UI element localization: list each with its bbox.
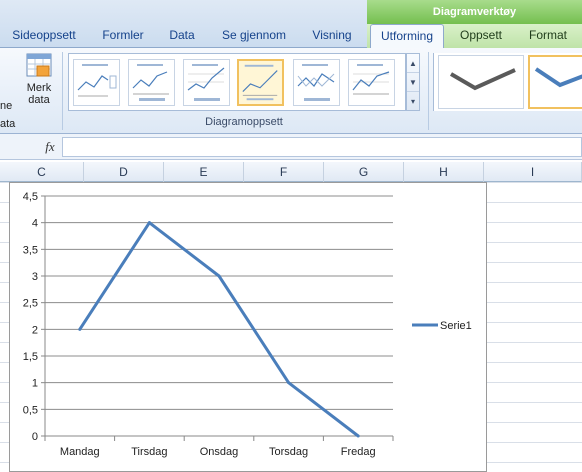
column-header-e[interactable]: E bbox=[164, 162, 244, 182]
y-tick-label: 3,5 bbox=[23, 244, 38, 256]
y-tick-label: 1,5 bbox=[23, 351, 38, 363]
column-header-g[interactable]: G bbox=[324, 162, 404, 182]
column-header-c[interactable]: C bbox=[0, 162, 84, 182]
x-tick-label: Mandag bbox=[60, 446, 100, 458]
line-chart[interactable]: 0 0,5 1 1,5 2 2,5 3 3,5 4 4,5 Mandag Tirsdag Onsdag T… bbox=[9, 182, 487, 472]
layout-thumbnail-5[interactable] bbox=[293, 59, 340, 106]
diagramoppsett-group-label: Diagramoppsett bbox=[205, 116, 283, 128]
chart-style-gallery[interactable] bbox=[433, 53, 582, 111]
x-tick-label: Onsdag bbox=[200, 446, 239, 458]
tab-se-gjennom[interactable]: Se gjennom bbox=[212, 24, 296, 48]
select-data-icon bbox=[25, 52, 53, 80]
layout-thumbnail-3[interactable] bbox=[183, 59, 230, 106]
layout-thumbnail-4-selected[interactable] bbox=[237, 59, 284, 106]
y-tick-label: 2,5 bbox=[23, 298, 38, 310]
data-point bbox=[356, 434, 360, 438]
ribbon-body: ne ata Merk data ▲ ▼ ▾ Diagramoppsett bbox=[0, 48, 582, 134]
data-point bbox=[217, 274, 221, 278]
y-tick-label: 0 bbox=[32, 431, 38, 443]
y-tick-label: 2 bbox=[32, 324, 38, 336]
chart-layout-gallery[interactable] bbox=[68, 53, 406, 111]
data-point bbox=[78, 327, 82, 331]
x-tick-label: Torsdag bbox=[269, 446, 308, 458]
layout-thumbnail-2[interactable] bbox=[128, 59, 175, 106]
column-header-h[interactable]: H bbox=[404, 162, 484, 182]
cut-off-label: ne bbox=[0, 100, 13, 112]
scroll-down-icon[interactable]: ▼ bbox=[407, 73, 419, 92]
cut-off-group-label: ata bbox=[0, 118, 16, 130]
y-tick-label: 4,5 bbox=[23, 191, 38, 203]
tab-visning[interactable]: Visning bbox=[302, 24, 362, 48]
formula-bar: fx bbox=[0, 134, 582, 160]
chart-style-1[interactable] bbox=[438, 55, 524, 109]
y-tick-label: 0,5 bbox=[23, 404, 38, 416]
y-tick-label: 3 bbox=[32, 271, 38, 283]
column-header-d[interactable]: D bbox=[84, 162, 164, 182]
tab-oppsett[interactable]: Oppsett bbox=[450, 24, 512, 48]
tab-data[interactable]: Data bbox=[160, 24, 204, 48]
legend-label: Serie1 bbox=[440, 320, 472, 332]
merk-label: Merk bbox=[26, 82, 52, 94]
y-tick-label: 4 bbox=[32, 218, 38, 230]
tab-formler[interactable]: Formler bbox=[92, 24, 154, 48]
ribbon-tab-row: Diagramverktøy Sideoppsett Formler Data … bbox=[0, 0, 582, 49]
y-tick-label: 1 bbox=[32, 378, 38, 390]
gallery-more-icon[interactable]: ▾ bbox=[407, 92, 419, 111]
context-group-title: Diagramverktøy bbox=[367, 0, 582, 24]
data-point bbox=[287, 381, 291, 385]
column-header-i[interactable]: I bbox=[484, 162, 582, 182]
layout-thumbnail-1[interactable] bbox=[73, 59, 120, 106]
scroll-up-icon[interactable]: ▲ bbox=[407, 54, 419, 73]
formula-input[interactable] bbox=[62, 137, 582, 157]
tab-format[interactable]: Format bbox=[520, 24, 576, 48]
x-tick-label: Tirsdag bbox=[131, 446, 167, 458]
chart-canvas: 0 0,5 1 1,5 2 2,5 3 3,5 4 4,5 Mandag Tirsdag Onsdag T… bbox=[23, 191, 472, 458]
column-header-f[interactable]: F bbox=[244, 162, 324, 182]
data-point bbox=[147, 221, 151, 225]
column-header-row: C D E F G H I bbox=[0, 162, 582, 182]
group-separator bbox=[428, 52, 429, 130]
merk-data-button[interactable]: Merk data bbox=[22, 52, 56, 106]
data-label: data bbox=[28, 94, 50, 106]
gallery-scroll[interactable]: ▲ ▼ ▾ bbox=[406, 53, 420, 111]
tab-utforming[interactable]: Utforming bbox=[370, 24, 444, 49]
tab-sideoppsett[interactable]: Sideoppsett bbox=[4, 24, 84, 48]
group-separator bbox=[62, 52, 63, 130]
chart-style-2-selected[interactable] bbox=[528, 55, 582, 109]
fx-icon[interactable]: fx bbox=[38, 137, 62, 157]
x-tick-label: Fredag bbox=[341, 446, 376, 458]
layout-thumbnail-6[interactable] bbox=[348, 59, 395, 106]
